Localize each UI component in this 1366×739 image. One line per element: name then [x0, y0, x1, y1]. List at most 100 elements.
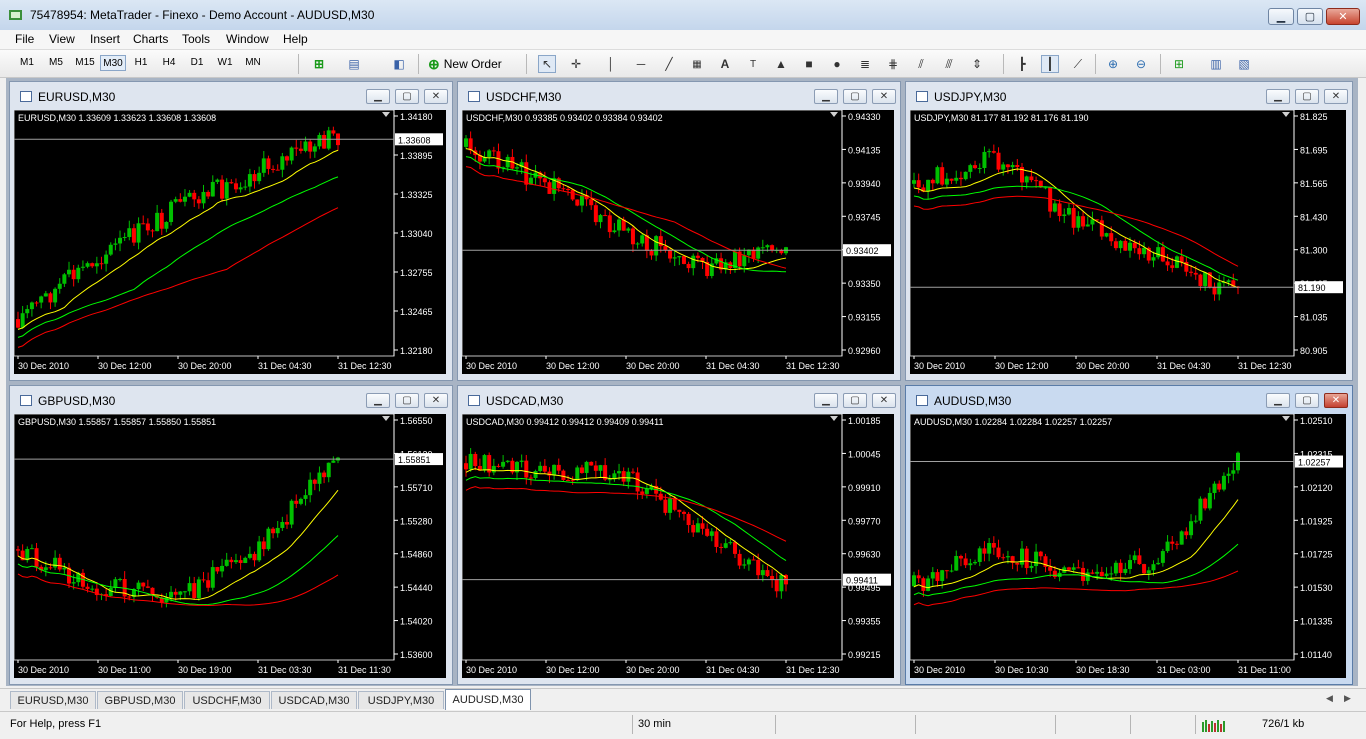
crosshair-icon[interactable]: ✛ — [567, 55, 585, 73]
candle — [973, 165, 978, 169]
timeframe-h4[interactable]: H4 — [156, 55, 182, 71]
fibo-fan-icon[interactable]: ⫽ — [912, 55, 930, 73]
chart-close-button[interactable]: ✕ — [424, 393, 448, 408]
chart-window-audusd[interactable]: AUDUSD,M30 ▁ ▢ ✕ 1.02510 1.02315 1.02120 1.0192… — [905, 385, 1353, 685]
timeframe-m1[interactable]: M1 — [14, 55, 40, 71]
chart-maximize-button[interactable]: ▢ — [395, 89, 419, 104]
menu-tools[interactable]: Tools — [182, 32, 210, 46]
timeframe-m5[interactable]: M5 — [43, 55, 69, 71]
candle — [968, 165, 973, 172]
chart-maximize-button[interactable]: ▢ — [843, 393, 867, 408]
indicators-icon[interactable]: ⊞ — [1170, 55, 1188, 73]
moving-average-line — [17, 535, 339, 606]
tab-eurusd[interactable]: EURUSD,M30 — [10, 691, 96, 709]
chart-minimize-button[interactable]: ▁ — [366, 393, 390, 408]
chart-canvas[interactable]: 1.00185 1.00045 0.99910 0.99770 0.99630 0.994… — [462, 414, 894, 678]
menu-file[interactable]: File — [15, 32, 34, 46]
chart-close-button[interactable]: ✕ — [1324, 393, 1348, 408]
candle — [1029, 176, 1034, 181]
cursor-icon[interactable]: ↖ — [538, 55, 556, 73]
chart-close-button[interactable]: ✕ — [1324, 89, 1348, 104]
chart-minimize-button[interactable]: ▁ — [366, 89, 390, 104]
menu-view[interactable]: View — [49, 32, 75, 46]
chart-canvas[interactable]: 1.565501.561301.557101.552801.548601.544… — [14, 414, 446, 678]
profiles-icon[interactable]: ▤ — [345, 55, 363, 73]
chart-canvas[interactable]: 81.82581.69581.56581.43081.30081.16581.0… — [910, 110, 1346, 374]
fibo-channel-icon[interactable]: ⫻ — [940, 55, 958, 73]
vertical-line-icon[interactable]: │ — [602, 55, 620, 73]
menu-window[interactable]: Window — [226, 32, 269, 46]
period-icon[interactable]: ▥ — [1207, 55, 1225, 73]
candle — [1090, 572, 1095, 574]
chart-close-button[interactable]: ✕ — [424, 89, 448, 104]
candle — [1217, 282, 1222, 295]
tab-scroll-left-icon[interactable]: ◀ — [1326, 693, 1333, 704]
menu-insert[interactable]: Insert — [90, 32, 120, 46]
line-chart-icon[interactable]: ⟋ — [1069, 55, 1087, 73]
timeframe-m15[interactable]: M15 — [72, 55, 98, 71]
timeframe-w1[interactable]: W1 — [212, 55, 238, 71]
chart-minimize-button[interactable]: ▁ — [1266, 89, 1290, 104]
new-order-button[interactable]: ⊕ New Order — [428, 55, 502, 73]
channel-icon[interactable]: ▦ — [688, 55, 706, 73]
rectangle-icon[interactable]: ■ — [800, 55, 818, 73]
time-axis-label: 30 Dec 12:00 — [546, 361, 600, 371]
chart-minimize-button[interactable]: ▁ — [814, 393, 838, 408]
chart-maximize-button[interactable]: ▢ — [1295, 89, 1319, 104]
tab-audusd[interactable]: AUDUSD,M30 — [445, 689, 531, 710]
menu-help[interactable]: Help — [283, 32, 308, 46]
tab-scroll-right-icon[interactable]: ▶ — [1344, 693, 1351, 704]
chart-canvas[interactable]: 0.943300.941350.939400.937450.935450.933… — [462, 110, 894, 374]
candle — [187, 192, 192, 197]
timeframe-d1[interactable]: D1 — [184, 55, 210, 71]
candle — [29, 302, 34, 310]
chart-maximize-button[interactable]: ▢ — [1295, 393, 1319, 408]
chart-canvas[interactable]: 1.34180 1.33895 1.33325 1.33040 1.32755 1.324… — [14, 110, 446, 374]
fibonacci-icon[interactable]: ≣ — [856, 55, 874, 73]
candle — [1001, 164, 1006, 170]
chart-minimize-button[interactable]: ▁ — [814, 89, 838, 104]
templates-icon[interactable]: ▧ — [1235, 55, 1253, 73]
chart-maximize-button[interactable]: ▢ — [395, 393, 419, 408]
moving-average-line — [913, 543, 1239, 597]
zoom-in-icon[interactable]: ⊕ — [1104, 55, 1122, 73]
tab-gbpusd[interactable]: GBPUSD,M30 — [97, 691, 183, 709]
ellipse-icon[interactable]: ● — [828, 55, 846, 73]
maximize-button[interactable]: ▢ — [1297, 8, 1323, 25]
chart-window-eurusd[interactable]: EURUSD,M30 ▁ ▢ ✕ 1.34180 1.33895 1.33325 1.3304… — [9, 81, 453, 381]
text-label-icon[interactable]: T — [744, 55, 762, 73]
arrows-icon[interactable]: ⇕ — [968, 55, 986, 73]
tab-usdchf[interactable]: USDCHF,M30 — [184, 691, 270, 709]
text-icon[interactable]: A — [716, 55, 734, 73]
chart-window-usdjpy[interactable]: USDJPY,M30 ▁ ▢ ✕ 81.825 81.695 81.565 81.430 81.… — [905, 81, 1353, 381]
chart-window-usdcad[interactable]: USDCAD,M30 ▁ ▢ ✕ 1.00185 1.00045 0.99910 0.9977… — [457, 385, 901, 685]
gann-icon[interactable]: ⋕ — [884, 55, 902, 73]
candlestick-icon[interactable]: ┃ — [1041, 55, 1059, 73]
horizontal-line-icon[interactable]: ─ — [632, 55, 650, 73]
zoom-out-icon[interactable]: ⊖ — [1132, 55, 1150, 73]
new-chart-icon[interactable]: ⊞ — [310, 55, 328, 73]
navigator-icon[interactable]: ◧ — [390, 55, 408, 73]
timeframe-mn[interactable]: MN — [240, 55, 266, 71]
menu-charts[interactable]: Charts — [133, 32, 168, 46]
status-bar: For Help, press F1 30 min 726/1 kb — [0, 711, 1366, 739]
chart-maximize-button[interactable]: ▢ — [843, 89, 867, 104]
chart-minimize-button[interactable]: ▁ — [1266, 393, 1290, 408]
chart-canvas[interactable]: 1.02510 1.02315 1.02120 1.01925 1.01725 1.015… — [910, 414, 1346, 678]
tab-usdjpy[interactable]: USDJPY,M30 — [358, 691, 444, 709]
timeframe-h1[interactable]: H1 — [128, 55, 154, 71]
chart-close-button[interactable]: ✕ — [872, 393, 896, 408]
tab-usdcad[interactable]: USDCAD,M30 — [271, 691, 357, 709]
triangle-icon[interactable]: ▲ — [772, 55, 790, 73]
chart-shift-icon — [1282, 416, 1290, 421]
chart-window-usdchf[interactable]: USDCHF,M30 ▁ ▢ ✕ 0.94330 0.94135 0.93940 0.9374… — [457, 81, 901, 381]
trendline-icon[interactable]: ╱ — [660, 55, 678, 73]
candle — [1132, 555, 1137, 561]
timeframe-m30[interactable]: M30 — [100, 55, 126, 71]
minimize-button[interactable]: ▁ — [1268, 8, 1294, 25]
bar-chart-icon[interactable]: ┣ — [1013, 55, 1031, 73]
chart-close-button[interactable]: ✕ — [872, 89, 896, 104]
close-button[interactable]: ✕ — [1326, 8, 1360, 25]
chart-window-gbpusd[interactable]: GBPUSD,M30▁▢✕1.565501.561301.557101.5528… — [9, 385, 453, 685]
maximize-icon: ▢ — [850, 91, 860, 102]
